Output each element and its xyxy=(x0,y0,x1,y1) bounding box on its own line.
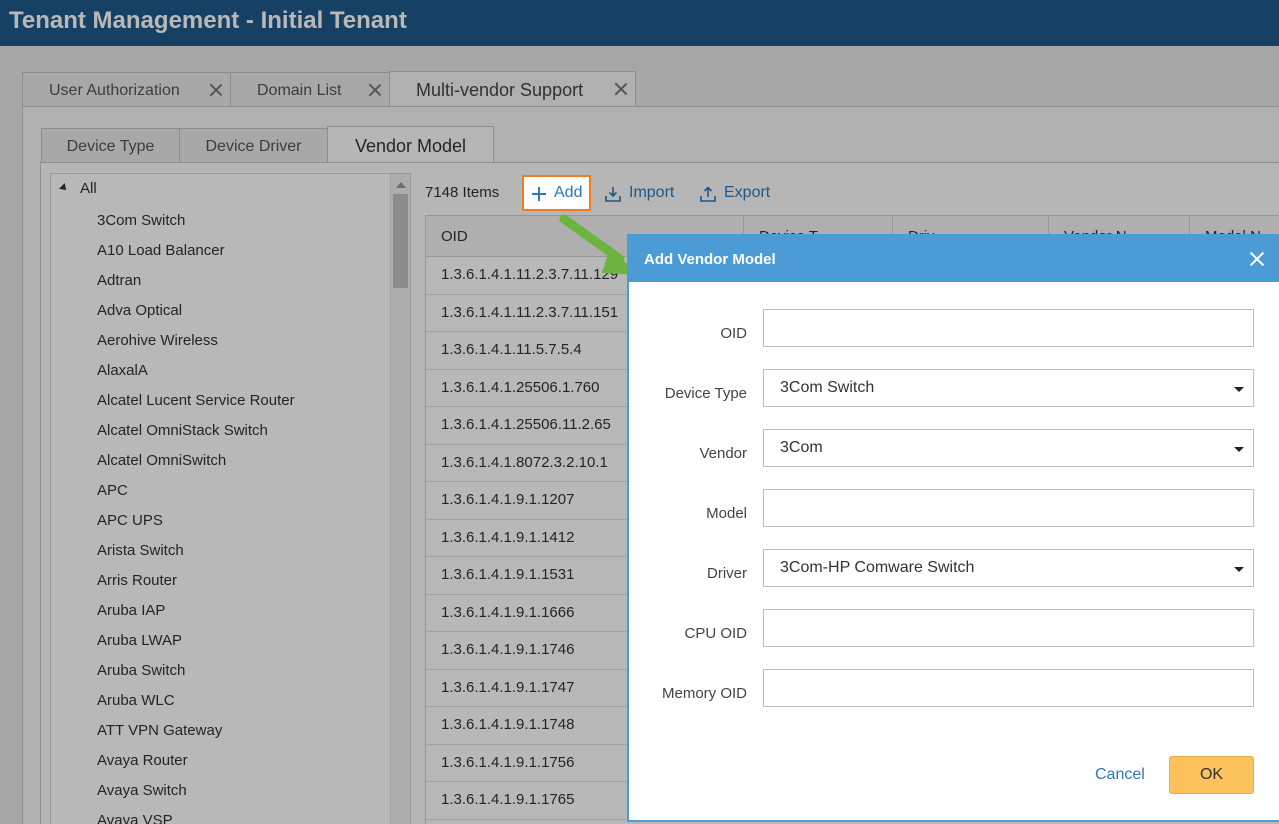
device-type-select[interactable]: 3Com Switch xyxy=(763,369,1254,407)
plus-icon xyxy=(532,187,546,201)
chevron-down-icon[interactable] xyxy=(1234,387,1244,392)
add-button-highlight[interactable]: Add xyxy=(522,175,591,211)
cancel-button[interactable]: Cancel xyxy=(1095,766,1145,784)
cpu-oid-label: CPU OID xyxy=(684,625,747,642)
dialog-header: Add Vendor Model xyxy=(629,236,1279,282)
chevron-down-icon[interactable] xyxy=(1234,567,1244,572)
vendor-value: 3Com xyxy=(780,439,823,456)
chevron-down-icon[interactable] xyxy=(1234,447,1244,452)
driver-label: Driver xyxy=(707,565,747,582)
oid-label: OID xyxy=(720,325,747,342)
add-label: Add xyxy=(554,184,583,201)
oid-input[interactable] xyxy=(763,309,1254,347)
model-label: Model xyxy=(706,505,747,522)
device-type-label: Device Type xyxy=(664,385,747,402)
device-type-value: 3Com Switch xyxy=(780,379,875,396)
driver-value: 3Com-HP Comware Switch xyxy=(780,559,975,576)
vendor-label: Vendor xyxy=(699,445,747,462)
dialog-title: Add Vendor Model xyxy=(644,251,776,268)
cpu-oid-input[interactable] xyxy=(763,609,1254,647)
memory-oid-label: Memory OID xyxy=(661,685,747,702)
ok-button[interactable]: OK xyxy=(1169,756,1254,794)
model-input[interactable] xyxy=(763,489,1254,527)
vendor-select[interactable]: 3Com xyxy=(763,429,1254,467)
close-icon[interactable] xyxy=(1249,251,1265,267)
add-vendor-model-dialog: Add Vendor Model OID Device Type 3Com Sw… xyxy=(627,234,1279,822)
driver-select[interactable]: 3Com-HP Comware Switch xyxy=(763,549,1254,587)
memory-oid-input[interactable] xyxy=(763,669,1254,707)
